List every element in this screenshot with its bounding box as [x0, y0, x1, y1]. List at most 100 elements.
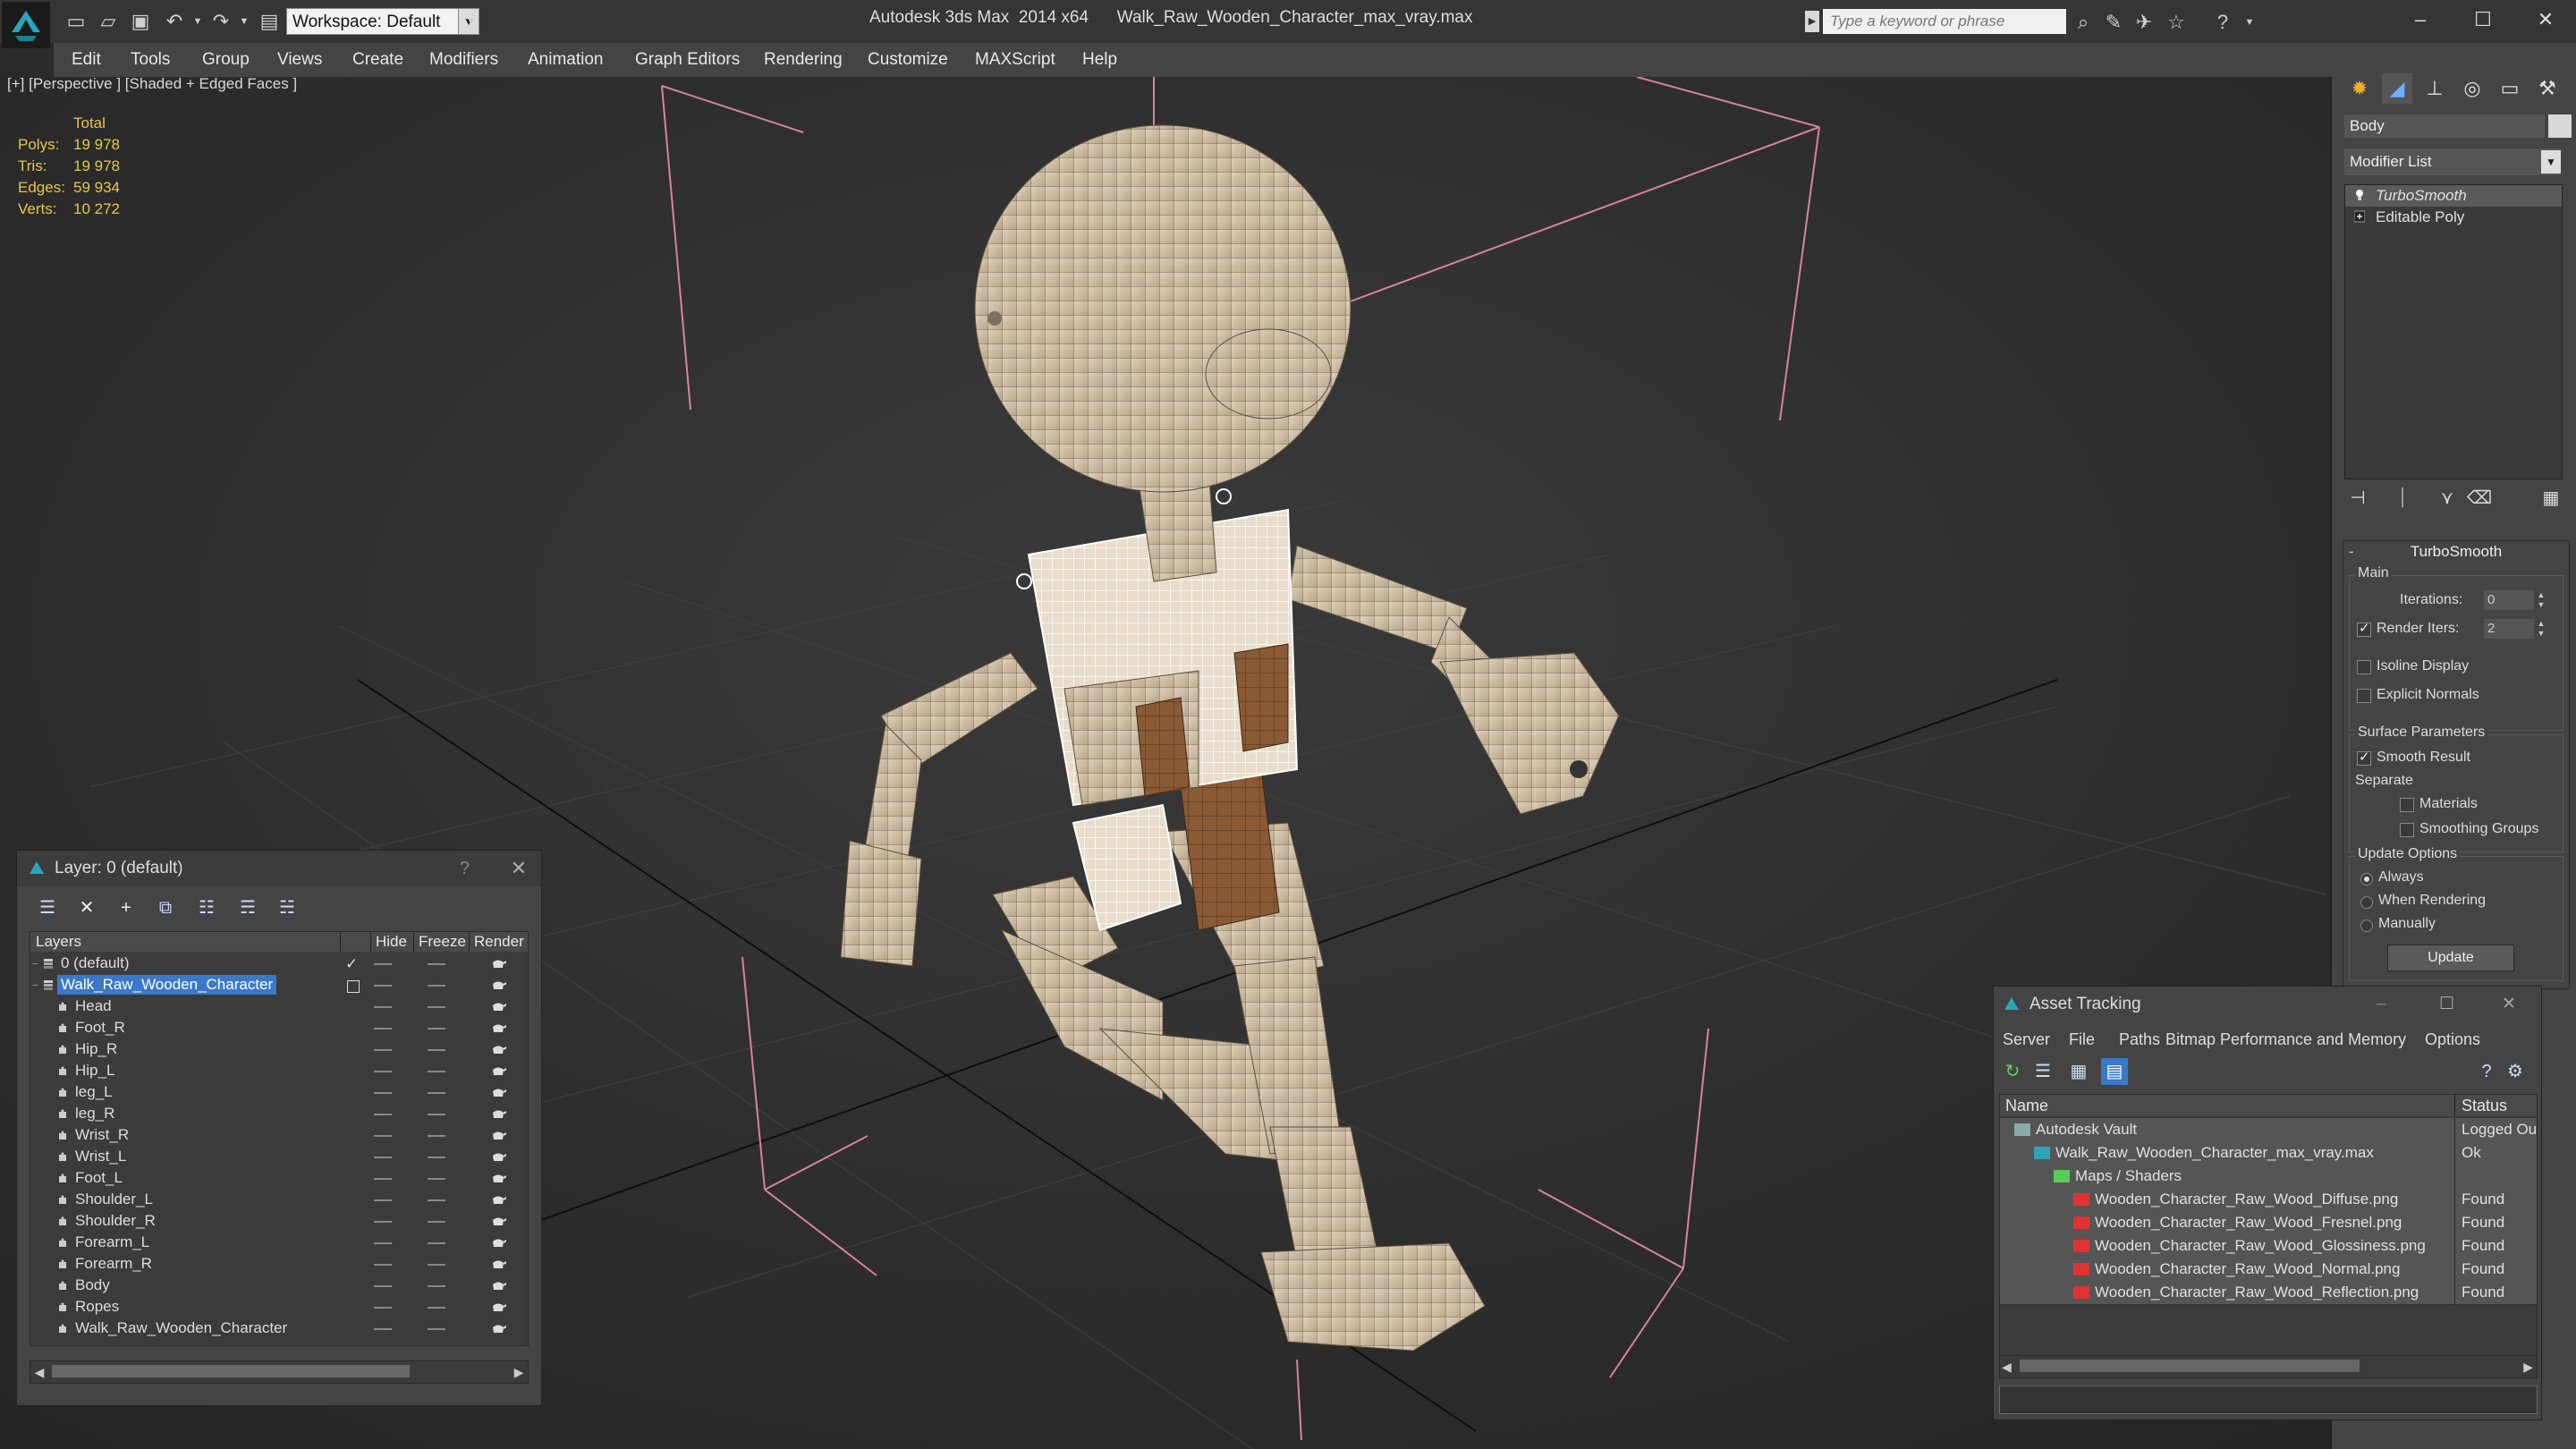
- layer-object-row[interactable]: Wrist_R: [30, 1125, 528, 1147]
- freeze-toggle[interactable]: [428, 1006, 445, 1008]
- manually-radio[interactable]: [2360, 919, 2373, 932]
- freeze-toggle[interactable]: [428, 1328, 445, 1330]
- render-teapot-icon[interactable]: [490, 1043, 506, 1055]
- layer-object-row[interactable]: Head: [30, 996, 528, 1018]
- close-button[interactable]: ✕: [2521, 4, 2571, 36]
- layer-object-row[interactable]: Ropes: [30, 1297, 528, 1318]
- menu-views[interactable]: Views: [277, 43, 322, 77]
- layer-object-row[interactable]: Foot_R: [30, 1018, 528, 1039]
- col-render[interactable]: Render: [474, 932, 524, 952]
- hide-toggle[interactable]: [374, 1178, 392, 1180]
- table-view-icon[interactable]: ▤: [2101, 1058, 2128, 1085]
- render-teapot-icon[interactable]: [490, 1258, 506, 1270]
- hide-toggle[interactable]: [374, 1221, 392, 1223]
- search-expand-icon[interactable]: ▶: [1805, 11, 1819, 32]
- save-icon[interactable]: ▣: [127, 8, 154, 35]
- menu-bitmap-performance[interactable]: Bitmap Performance and Memory: [2165, 1026, 2406, 1053]
- highlight-layer-icon[interactable]: ☷: [192, 894, 221, 922]
- communication-center-icon[interactable]: ✈: [2131, 9, 2157, 36]
- render-iters-checkbox[interactable]: [2357, 620, 2371, 637]
- help-dropdown-icon[interactable]: ▼: [2236, 9, 2263, 36]
- render-teapot-icon[interactable]: [490, 1129, 506, 1141]
- isoline-display-checkbox[interactable]: [2357, 660, 2371, 674]
- smooth-result-checkbox[interactable]: [2357, 749, 2371, 766]
- menu-server[interactable]: Server: [2003, 1026, 2050, 1053]
- minimize-button[interactable]: –: [2395, 4, 2445, 36]
- scroll-right-icon[interactable]: ▶: [510, 1361, 528, 1383]
- list-view-icon[interactable]: ☰: [2029, 1058, 2056, 1085]
- help-icon[interactable]: ?: [460, 851, 470, 886]
- freeze-toggle[interactable]: [428, 1178, 445, 1180]
- utilities-tab-icon[interactable]: ⚒: [2532, 73, 2563, 104]
- render-teapot-icon[interactable]: [490, 1322, 506, 1335]
- freeze-toggle[interactable]: [428, 985, 445, 987]
- hide-toggle[interactable]: [374, 1264, 392, 1266]
- pin-stack-icon[interactable]: ⊣: [2344, 485, 2371, 512]
- explicit-normals-checkbox[interactable]: [2357, 689, 2371, 703]
- smoothing-groups-checkbox[interactable]: [2400, 823, 2414, 837]
- freeze-toggle[interactable]: [428, 1049, 445, 1051]
- hide-all-icon[interactable]: ☴: [233, 894, 262, 922]
- materials-checkbox[interactable]: [2400, 798, 2414, 812]
- layer-object-row[interactable]: Hip_R: [30, 1039, 528, 1061]
- add-to-layer-icon[interactable]: +: [112, 894, 140, 922]
- make-active-checkbox[interactable]: [347, 980, 360, 993]
- freeze-toggle[interactable]: [428, 1199, 445, 1201]
- render-teapot-icon[interactable]: [490, 1064, 506, 1077]
- hide-toggle[interactable]: [374, 1092, 392, 1094]
- render-teapot-icon[interactable]: [490, 1279, 506, 1292]
- stack-item-turbosmooth[interactable]: TurboSmooth: [2345, 185, 2562, 207]
- viewport-label[interactable]: [+] [Perspective ] [Shaded + Edged Faces…: [7, 77, 297, 93]
- menu-options[interactable]: Options: [2425, 1026, 2480, 1053]
- layer-object-row[interactable]: Forearm_R: [30, 1254, 528, 1275]
- scroll-right-icon[interactable]: ▶: [2523, 1356, 2533, 1377]
- create-tab-icon[interactable]: ✹: [2344, 73, 2375, 104]
- asset-row[interactable]: Wooden_Character_Raw_Wood_Diffuse.png Fou…: [2000, 1188, 2537, 1212]
- minimize-icon[interactable]: –: [2377, 987, 2386, 1022]
- expand-toggle-icon[interactable]: −: [32, 953, 38, 975]
- always-radio[interactable]: [2360, 873, 2373, 886]
- menu-graph-editors[interactable]: Graph Editors: [635, 43, 740, 77]
- menu-rendering[interactable]: Rendering: [764, 43, 843, 77]
- 3dsmax-logo-icon[interactable]: [2, 2, 50, 48]
- layer-object-row[interactable]: Body: [30, 1275, 528, 1297]
- hide-toggle[interactable]: [374, 1114, 392, 1115]
- freeze-all-icon[interactable]: ☵: [273, 894, 301, 922]
- hide-toggle[interactable]: [374, 985, 392, 987]
- maximize-icon[interactable]: ☐: [2439, 987, 2454, 1022]
- asset-row[interactable]: Walk_Raw_Wooden_Character_max_vray.max Ok: [2000, 1141, 2537, 1165]
- freeze-toggle[interactable]: [428, 1114, 445, 1115]
- hide-toggle[interactable]: [374, 1028, 392, 1030]
- menu-modifiers[interactable]: Modifiers: [429, 43, 498, 77]
- menu-animation[interactable]: Animation: [528, 43, 604, 77]
- col-name[interactable]: Name: [2005, 1095, 2048, 1116]
- freeze-toggle[interactable]: [428, 1285, 445, 1287]
- freeze-toggle[interactable]: [428, 1157, 445, 1158]
- layer-object-row[interactable]: Foot_L: [30, 1168, 528, 1190]
- dialog-titlebar[interactable]: Asset Tracking – ☐ ✕: [1994, 987, 2541, 1022]
- spinner-arrows-icon[interactable]: ▲ ▼: [2536, 619, 2546, 639]
- render-teapot-icon[interactable]: [490, 979, 506, 991]
- make-unique-icon[interactable]: ⋎: [2434, 485, 2461, 512]
- col-status[interactable]: Status: [2462, 1095, 2507, 1116]
- workspace-menu-icon[interactable]: ▼: [458, 8, 485, 35]
- menu-customize[interactable]: Customize: [868, 43, 948, 77]
- lightbulb-icon[interactable]: [2354, 189, 2365, 201]
- render-teapot-icon[interactable]: [490, 1021, 506, 1034]
- freeze-toggle[interactable]: [428, 1092, 445, 1094]
- render-teapot-icon[interactable]: [490, 1215, 506, 1227]
- configure-modifier-sets-icon[interactable]: ▦: [2538, 485, 2564, 512]
- hide-toggle[interactable]: [374, 1071, 392, 1072]
- freeze-toggle[interactable]: [428, 1264, 445, 1266]
- layer-object-row[interactable]: Shoulder_R: [30, 1211, 528, 1233]
- layer-row[interactable]: − 0 (default) ✓: [30, 953, 528, 975]
- freeze-toggle[interactable]: [428, 1135, 445, 1137]
- hide-toggle[interactable]: [374, 1307, 392, 1309]
- open-file-icon[interactable]: ▱: [95, 8, 122, 35]
- select-objects-icon[interactable]: ⧉: [151, 894, 180, 922]
- hide-toggle[interactable]: [374, 1157, 392, 1158]
- delete-layer-icon[interactable]: ✕: [72, 894, 101, 922]
- remove-modifier-icon[interactable]: ⌫: [2466, 485, 2493, 512]
- iterations-spinner[interactable]: 0: [2484, 590, 2534, 610]
- subscription-icon[interactable]: ✎: [2100, 9, 2127, 36]
